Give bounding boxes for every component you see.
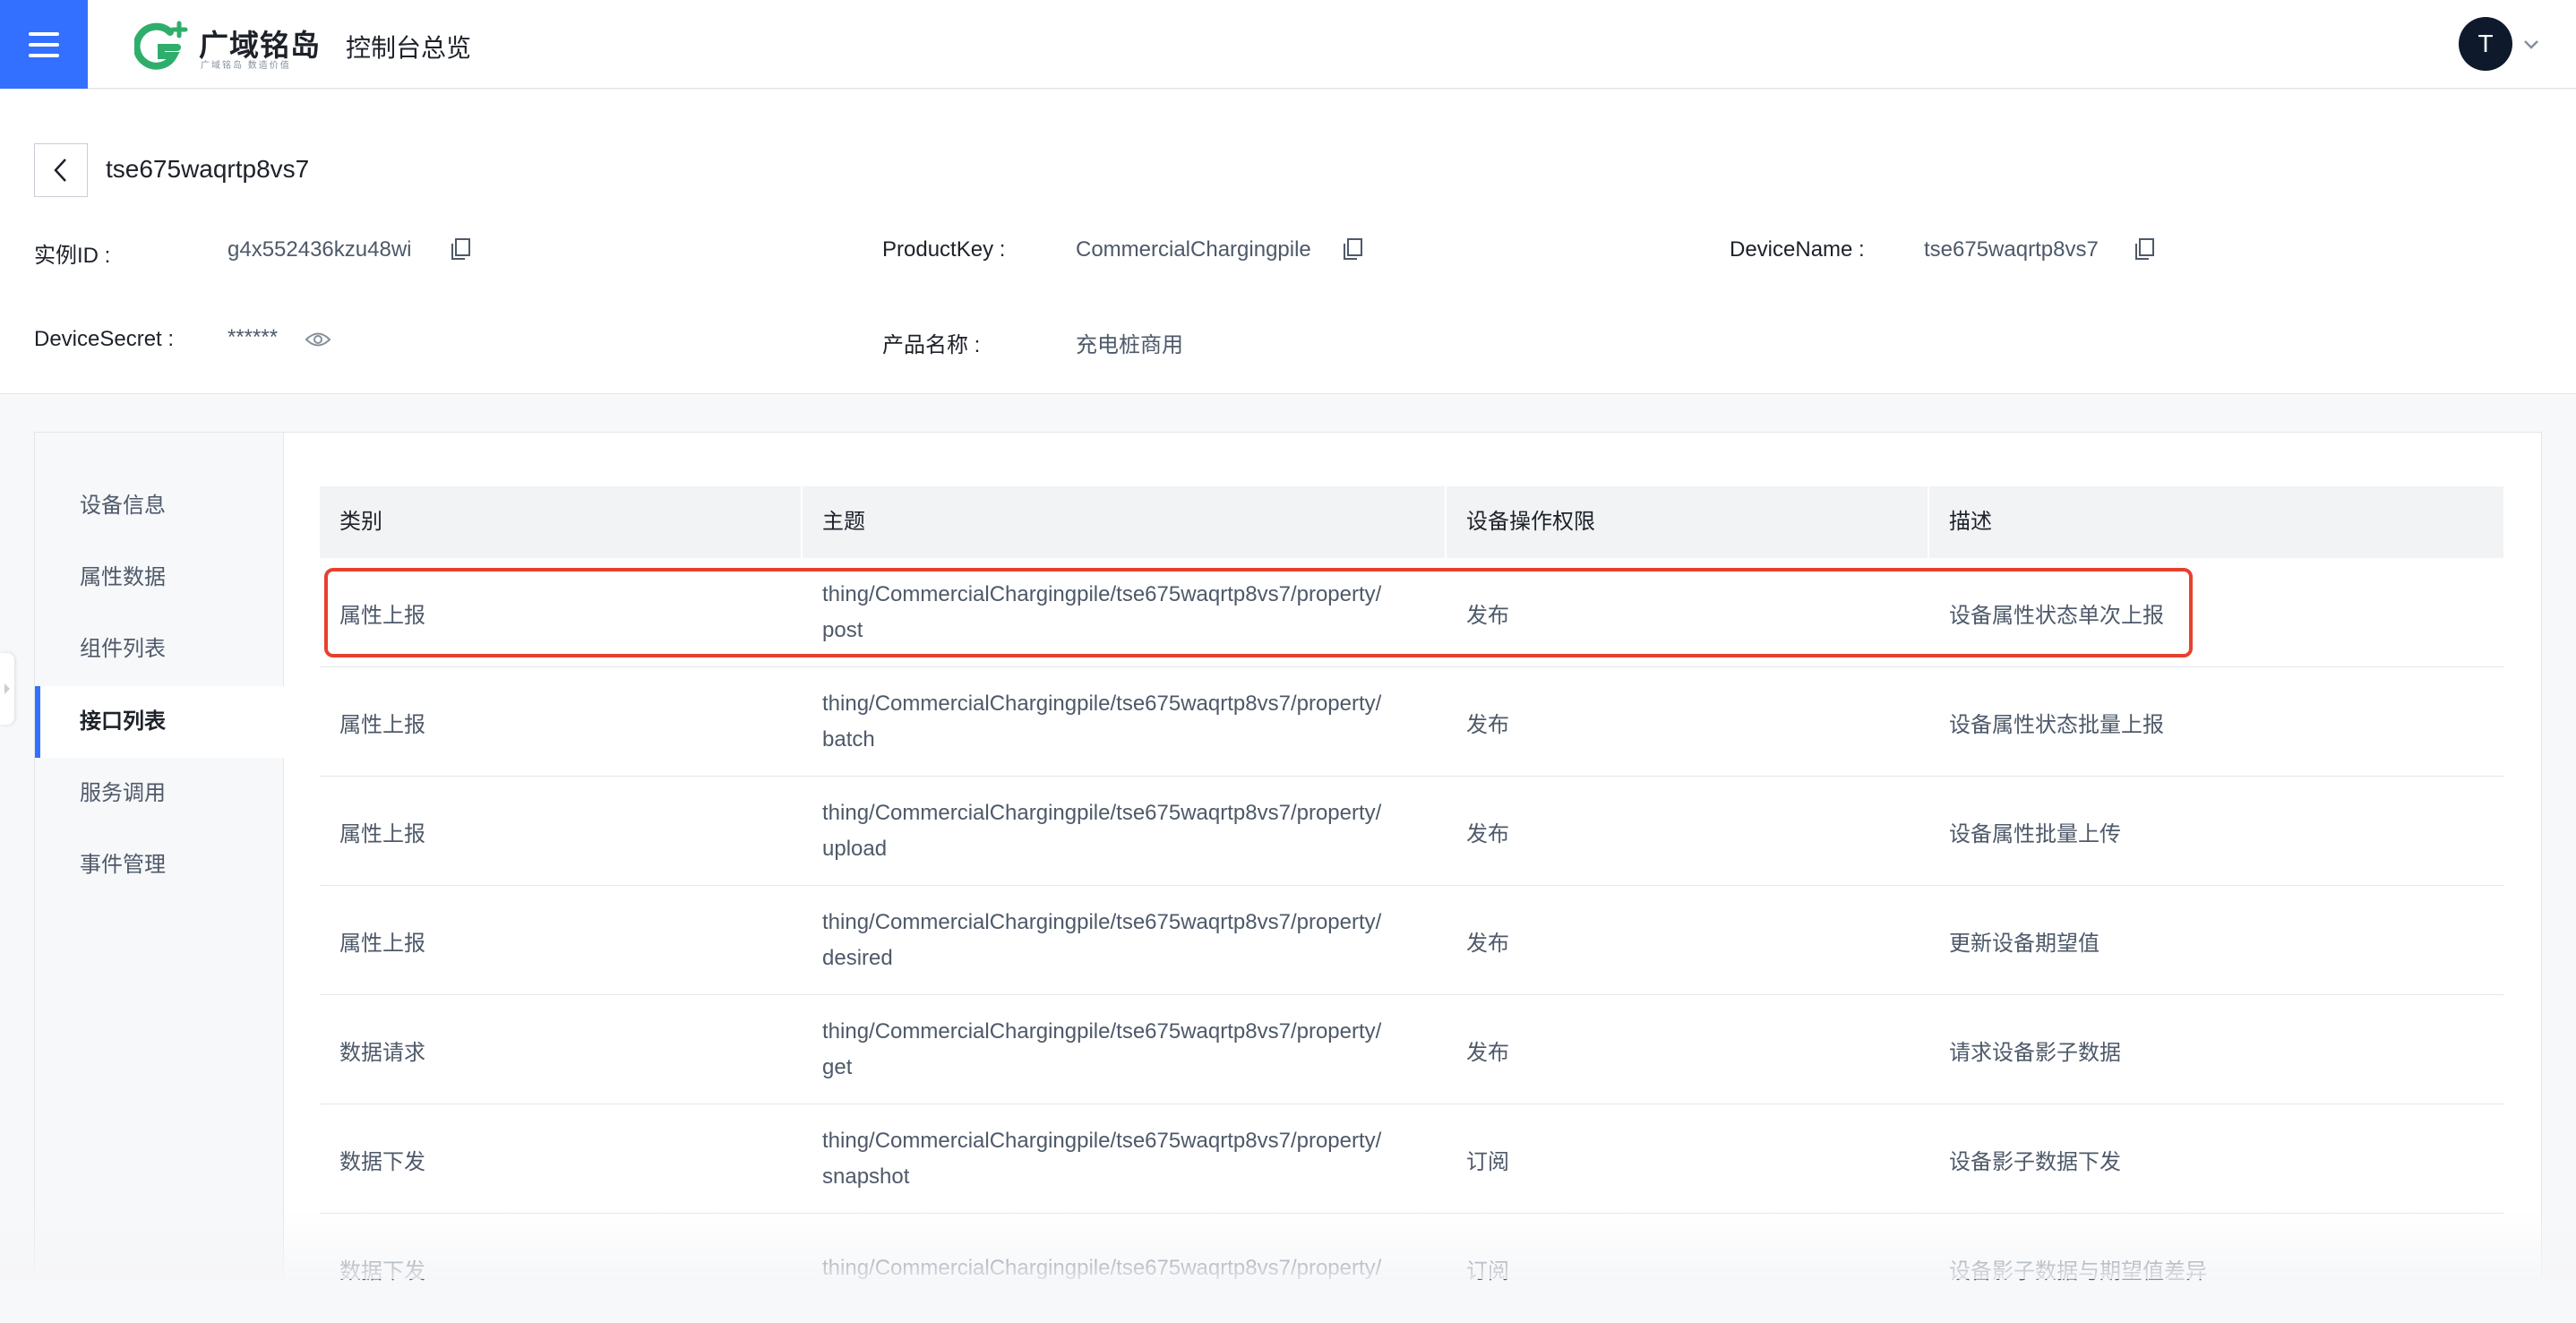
cell-topic: thing/CommercialChargingpile/tse675waqrt…: [822, 910, 1382, 970]
nav-item-property-data[interactable]: 属性数据: [35, 542, 284, 614]
cell-category: 属性上报: [339, 821, 425, 846]
cell-category: 属性上报: [339, 712, 425, 737]
nav-item-component-list[interactable]: 组件列表: [35, 614, 284, 685]
nav-item-event-management[interactable]: 事件管理: [35, 829, 284, 901]
table-row: 数据请求 thing/CommercialChargingpile/tse675…: [320, 995, 2503, 1104]
copy-icon[interactable]: [1340, 236, 1365, 262]
column-header-description: 描述: [1949, 510, 1992, 534]
cell-description: 设备影子数据下发: [1949, 1149, 2121, 1174]
instance-id-label: 实例ID :: [34, 244, 111, 268]
back-button[interactable]: [34, 143, 88, 197]
chevron-left-icon: [54, 159, 66, 182]
table-header: 类别 主题 设备操作权限 描述: [320, 486, 2503, 558]
table-row: 属性上报 thing/CommercialChargingpile/tse675…: [320, 886, 2503, 995]
console-overview-link[interactable]: 控制台总览: [346, 29, 471, 64]
cell-topic: thing/CommercialChargingpile/tse675waqrt…: [822, 801, 1382, 861]
cell-permission: 发布: [1466, 821, 1509, 846]
nav-item-service-call[interactable]: 服务调用: [35, 758, 284, 829]
chevron-down-icon[interactable]: [2521, 36, 2541, 52]
table-row: 属性上报 thing/CommercialChargingpile/tse675…: [320, 558, 2503, 667]
device-info-panel: tse675waqrtp8vs7 实例ID : g4x552436kzu48wi…: [0, 90, 2576, 394]
column-header-permission: 设备操作权限: [1466, 510, 1595, 534]
product-name-value: 充电桩商用: [1076, 333, 1183, 357]
cell-permission: 发布: [1466, 1040, 1509, 1065]
device-name-value: tse675waqrtp8vs7: [1924, 237, 2099, 262]
column-header-topic: 主题: [822, 510, 865, 534]
cell-permission: 发布: [1466, 712, 1509, 737]
table-row: 数据下发 thing/CommercialChargingpile/tse675…: [320, 1214, 2503, 1323]
cell-category: 属性上报: [339, 931, 425, 956]
product-key-value: CommercialChargingpile: [1076, 237, 1311, 262]
device-title: tse675waqrtp8vs7: [106, 155, 310, 183]
nav-item-interface-list[interactable]: 接口列表: [35, 686, 284, 758]
hamburger-icon: [29, 31, 59, 57]
product-name-label: 产品名称 :: [882, 333, 981, 357]
copy-icon[interactable]: [2132, 236, 2157, 262]
cell-topic: thing/CommercialChargingpile/tse675waqrt…: [822, 1129, 1382, 1189]
eye-icon[interactable]: [305, 330, 331, 349]
nav-item-device-info[interactable]: 设备信息: [35, 470, 284, 542]
table-row: 属性上报 thing/CommercialChargingpile/tse675…: [320, 667, 2503, 777]
table-row: 数据下发 thing/CommercialChargingpile/tse675…: [320, 1104, 2503, 1214]
top-header: 广域铭岛 广域铭岛 数造价值 控制台总览 T: [0, 0, 2576, 89]
logo-slogan: 广域铭岛 数造价值: [201, 61, 291, 71]
cell-topic: thing/CommercialChargingpile/tse675waqrt…: [822, 582, 1382, 642]
cell-description: 更新设备期望值: [1949, 931, 2099, 956]
chevron-right-icon: [4, 683, 10, 694]
table-row: 属性上报 thing/CommercialChargingpile/tse675…: [320, 777, 2503, 886]
cell-permission: 发布: [1466, 603, 1509, 628]
cell-category: 属性上报: [339, 603, 425, 628]
cell-description: 设备属性批量上传: [1949, 821, 2121, 846]
cell-description: 设备属性状态批量上报: [1949, 712, 2164, 737]
cell-topic: thing/CommercialChargingpile/tse675waqrt…: [822, 1019, 1382, 1079]
cell-description: 设备属性状态单次上报: [1949, 603, 2164, 628]
cell-permission: 订阅: [1466, 1259, 1509, 1284]
cell-description: 请求设备影子数据: [1949, 1040, 2121, 1065]
logo-mark-icon: [134, 21, 188, 70]
cell-category: 数据下发: [339, 1259, 425, 1284]
user-avatar[interactable]: T: [2459, 17, 2512, 71]
cell-topic: thing/CommercialChargingpile/tse675waqrt…: [822, 1256, 1382, 1280]
column-header-category: 类别: [339, 510, 382, 534]
brand-logo[interactable]: 广域铭岛 广域铭岛 数造价值: [134, 20, 320, 72]
cell-topic: thing/CommercialChargingpile/tse675waqrt…: [822, 692, 1382, 752]
product-key-label: ProductKey :: [882, 237, 1006, 262]
device-secret-value: ******: [228, 325, 279, 349]
sidebar-expand-handle[interactable]: [0, 653, 14, 725]
copy-icon[interactable]: [448, 236, 473, 262]
cell-permission: 发布: [1466, 931, 1509, 956]
detail-side-nav: 设备信息 属性数据 组件列表 接口列表 服务调用 事件管理: [35, 433, 284, 1278]
cell-category: 数据请求: [339, 1040, 425, 1065]
instance-id-value: g4x552436kzu48wi: [228, 237, 412, 262]
menu-toggle-button[interactable]: [0, 0, 88, 89]
cell-permission: 订阅: [1466, 1149, 1509, 1174]
device-secret-label: DeviceSecret :: [34, 327, 175, 351]
cell-category: 数据下发: [339, 1149, 425, 1174]
device-name-label: DeviceName :: [1730, 237, 1865, 262]
cell-description: 设备影子数据与期望值差异: [1949, 1259, 2207, 1284]
